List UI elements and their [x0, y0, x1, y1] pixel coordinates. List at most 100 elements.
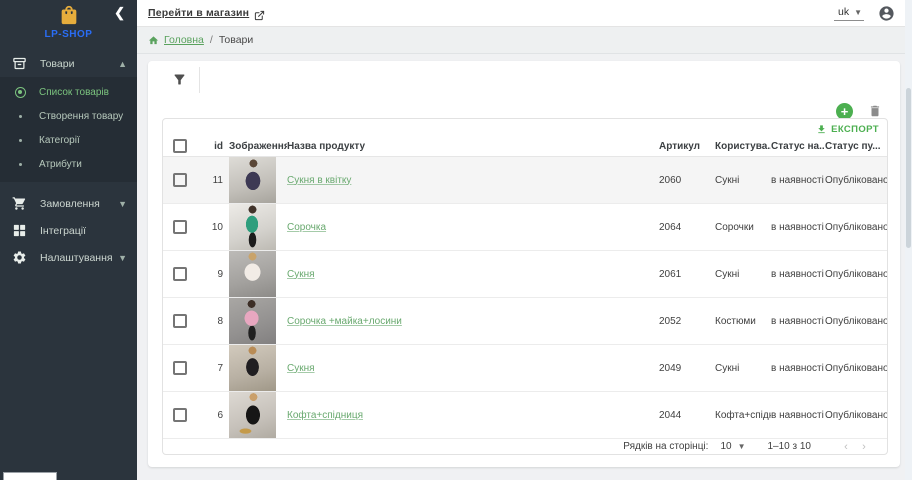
account-icon[interactable]: [878, 5, 895, 22]
logo-text[interactable]: LP-SHOP: [0, 29, 137, 40]
select-all-checkbox[interactable]: [173, 139, 187, 153]
cell-stock-status: в наявності: [771, 222, 825, 233]
product-link[interactable]: Сукня: [287, 363, 315, 374]
next-page-icon[interactable]: ›: [855, 441, 873, 453]
sidebar-subitem-label: Атрибути: [39, 159, 82, 170]
breadcrumb-current: Товари: [219, 34, 253, 46]
row-checkbox[interactable]: [173, 408, 187, 422]
sidebar-collapse-icon[interactable]: ❮: [114, 6, 125, 19]
download-icon: [816, 124, 827, 135]
go-to-store-link[interactable]: Перейти в магазин: [148, 7, 249, 19]
sidebar-item-label: Інтеграції: [40, 225, 86, 237]
export-button[interactable]: ЕКСПОРТ: [816, 124, 879, 135]
cell-category: Костюми: [715, 316, 771, 327]
add-product-button[interactable]: +: [836, 103, 853, 120]
sidebar-item-settings[interactable]: Налаштування ▼: [0, 244, 137, 271]
table-row[interactable]: 6 Кофта+спідниця 2044 Кофта+спідниц в на…: [163, 392, 887, 439]
pagination-bar: Рядків на сторінці: 10▼ 1–10 з 10 ‹ ›: [163, 439, 887, 454]
cell-sku: 2049: [659, 363, 715, 374]
row-checkbox[interactable]: [173, 220, 187, 234]
language-value: uk: [838, 6, 849, 18]
row-checkbox[interactable]: [173, 361, 187, 375]
product-image[interactable]: [229, 345, 276, 391]
rows-per-page-select[interactable]: 10▼: [720, 441, 745, 452]
breadcrumb-home-link[interactable]: Головна: [164, 34, 204, 46]
grid-icon: [12, 223, 27, 238]
content-area: Перейти в магазин uk▼ Головна / Товари: [137, 0, 905, 480]
product-image[interactable]: [229, 204, 276, 250]
product-link[interactable]: Сукня: [287, 269, 315, 280]
cell-sku: 2060: [659, 175, 715, 186]
row-checkbox[interactable]: [173, 267, 187, 281]
product-link[interactable]: Сорочка: [287, 222, 326, 233]
header-category[interactable]: Користува...: [715, 141, 771, 152]
header-image: Зображення: [229, 141, 287, 152]
cell-stock-status: в наявності: [771, 316, 825, 327]
language-select[interactable]: uk▼: [834, 5, 864, 21]
scrollbar-thumb[interactable]: [906, 88, 911, 248]
browser-status-bar: [3, 472, 57, 480]
gear-icon: [12, 250, 27, 265]
products-table-card: ЕКСПОРТ id Зображення Назва продукту Арт…: [162, 118, 888, 455]
cell-publish-status: Опубліковано: [825, 410, 887, 421]
cell-stock-status: в наявності: [771, 269, 825, 280]
table-header-row: id Зображення Назва продукту Артикул Кор…: [163, 136, 887, 157]
toolbar-divider: [199, 67, 200, 93]
archive-icon: [12, 56, 27, 71]
header-publish-status[interactable]: Статус пу...: [825, 141, 887, 152]
filter-icon[interactable]: [172, 72, 187, 87]
product-link[interactable]: Сукня в квітку: [287, 175, 351, 186]
external-link-icon: [254, 8, 265, 19]
page-scrollbar[interactable]: [905, 0, 912, 480]
caret-down-icon: ▼: [738, 442, 746, 451]
previous-page-icon[interactable]: ‹: [837, 441, 855, 453]
table-row[interactable]: 10 Сорочка 2064 Сорочки в наявності Опуб…: [163, 204, 887, 251]
sidebar-item-attributes[interactable]: Атрибути: [0, 152, 137, 176]
cell-category: Сорочки: [715, 222, 771, 233]
sidebar-subitem-label: Створення товару: [39, 111, 123, 122]
cell-publish-status: Опубліковано: [825, 269, 887, 280]
header-name[interactable]: Назва продукту: [287, 141, 659, 152]
cell-stock-status: в наявності: [771, 410, 825, 421]
sidebar-item-products[interactable]: Товари ▲: [0, 50, 137, 77]
table-row[interactable]: 11 Сукня в квітку 2060 Сукні в наявності…: [163, 157, 887, 204]
product-link[interactable]: Кофта+спідниця: [287, 410, 363, 421]
breadcrumb-separator: /: [210, 34, 213, 46]
table-row[interactable]: 7 Сукня 2049 Сукні в наявності Опубліков…: [163, 345, 887, 392]
bullet-icon: [19, 163, 22, 166]
sidebar-item-orders[interactable]: Замовлення ▼: [0, 190, 137, 217]
delete-icon[interactable]: [868, 104, 882, 118]
cell-id: 11: [199, 175, 229, 186]
products-submenu: Список товарів Створення товару Категорі…: [0, 77, 137, 182]
cell-publish-status: Опубліковано: [825, 175, 887, 186]
filter-toolbar: [148, 61, 900, 98]
cell-id: 9: [199, 269, 229, 280]
pagination-range: 1–10 з 10: [767, 441, 811, 452]
cell-stock-status: в наявності: [771, 175, 825, 186]
sidebar-item-product-list[interactable]: Список товарів: [0, 80, 137, 104]
cell-sku: 2061: [659, 269, 715, 280]
product-image[interactable]: [229, 157, 276, 203]
export-label: ЕКСПОРТ: [831, 124, 879, 135]
cell-sku: 2052: [659, 316, 715, 327]
sidebar-item-integrations[interactable]: Інтеграції: [0, 217, 137, 244]
product-image[interactable]: [229, 392, 276, 438]
sidebar-item-categories[interactable]: Категорії: [0, 128, 137, 152]
table-row[interactable]: 8 Сорочка +майка+лосини 2052 Костюми в н…: [163, 298, 887, 345]
cart-icon: [12, 196, 27, 211]
sidebar-item-create-product[interactable]: Створення товару: [0, 104, 137, 128]
header-id[interactable]: id: [199, 141, 229, 152]
product-link[interactable]: Сорочка +майка+лосини: [287, 316, 402, 327]
home-icon: [148, 35, 159, 46]
table-row[interactable]: 9 Сукня 2061 Сукні в наявності Опубліков…: [163, 251, 887, 298]
breadcrumb: Головна / Товари: [137, 27, 905, 54]
row-checkbox[interactable]: [173, 314, 187, 328]
product-image[interactable]: [229, 298, 276, 344]
product-image[interactable]: [229, 251, 276, 297]
row-checkbox[interactable]: [173, 173, 187, 187]
sidebar: ❮ LP-SHOP Товари ▲ Список товарів: [0, 0, 137, 480]
header-sku[interactable]: Артикул: [659, 141, 715, 152]
cell-category: Кофта+спідниц: [715, 410, 771, 421]
header-stock-status[interactable]: Статус на...: [771, 141, 825, 152]
topbar: Перейти в магазин uk▼: [137, 0, 905, 27]
